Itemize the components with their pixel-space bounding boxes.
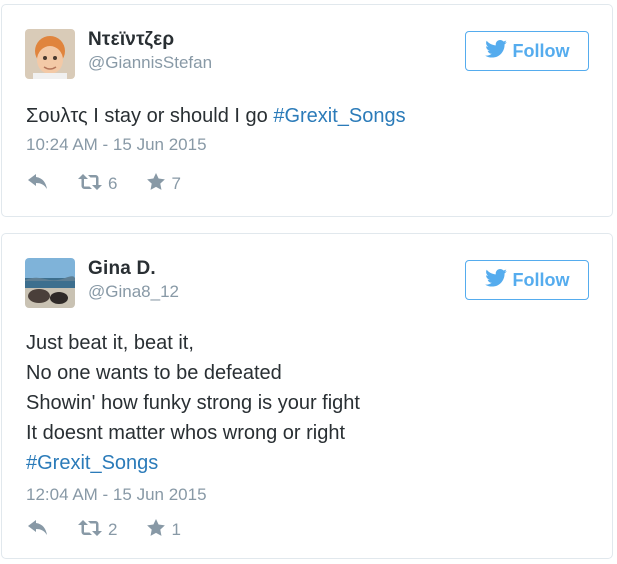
reply-button[interactable]	[28, 173, 48, 195]
tweet-actions: 6 7	[28, 173, 211, 195]
favorite-star-icon	[147, 519, 166, 541]
tweet-text-line: Showin' how funky strong is your fight	[26, 392, 360, 414]
retweet-button[interactable]: 6	[78, 173, 118, 195]
retweet-icon	[78, 519, 102, 541]
favorite-star-icon	[147, 173, 166, 195]
follow-label: Follow	[512, 269, 570, 290]
avatar[interactable]	[25, 258, 75, 308]
retweet-count: 6	[108, 174, 118, 193]
follow-button[interactable]: Follow	[465, 260, 589, 300]
display-name[interactable]: Ντεϊντζερ	[88, 29, 174, 51]
reply-icon	[28, 173, 48, 195]
reply-icon	[28, 519, 48, 541]
retweet-count: 2	[108, 520, 118, 539]
reply-button[interactable]	[28, 519, 48, 541]
favorite-button[interactable]: 7	[147, 173, 181, 195]
tweet-text-line: No one wants to be defeated	[26, 362, 282, 384]
favorite-button[interactable]: 1	[147, 519, 181, 541]
tweet-actions: 2 1	[28, 519, 211, 541]
follow-label: Follow	[512, 40, 570, 61]
retweet-icon	[78, 173, 102, 195]
retweet-button[interactable]: 2	[78, 519, 118, 541]
user-handle[interactable]: @GiannisStefan	[88, 53, 212, 73]
tweet-text-line: It doesnt matter whos wrong or right	[26, 422, 346, 444]
tweet-card: Gina D. @Gina8_12 Follow Just beat it, b…	[1, 233, 613, 559]
avatar[interactable]	[25, 29, 75, 79]
tweet-text-body: Σουλτς I stay or should I go	[26, 105, 274, 127]
hashtag-link[interactable]: #Grexit_Songs	[26, 448, 360, 478]
tweet-text: Σουλτς I stay or should I go #Grexit_Son…	[26, 101, 406, 131]
timestamp[interactable]: 10:24 AM - 15 Jun 2015	[26, 135, 207, 155]
hashtag-link[interactable]: #Grexit_Songs	[273, 105, 405, 127]
display-name[interactable]: Gina D.	[88, 258, 156, 280]
tweet-text-line: Just beat it, beat it,	[26, 332, 194, 354]
timestamp[interactable]: 12:04 AM - 15 Jun 2015	[26, 485, 207, 505]
favorite-count: 7	[171, 174, 181, 193]
user-handle[interactable]: @Gina8_12	[88, 282, 179, 302]
tweet-card: Ντεϊντζερ @GiannisStefan Follow Σουλτς I…	[1, 4, 613, 217]
follow-button[interactable]: Follow	[465, 31, 589, 71]
tweet-text: Just beat it, beat it, No one wants to b…	[26, 328, 360, 478]
twitter-bird-icon	[484, 268, 507, 292]
twitter-bird-icon	[484, 39, 507, 63]
favorite-count: 1	[171, 520, 181, 539]
